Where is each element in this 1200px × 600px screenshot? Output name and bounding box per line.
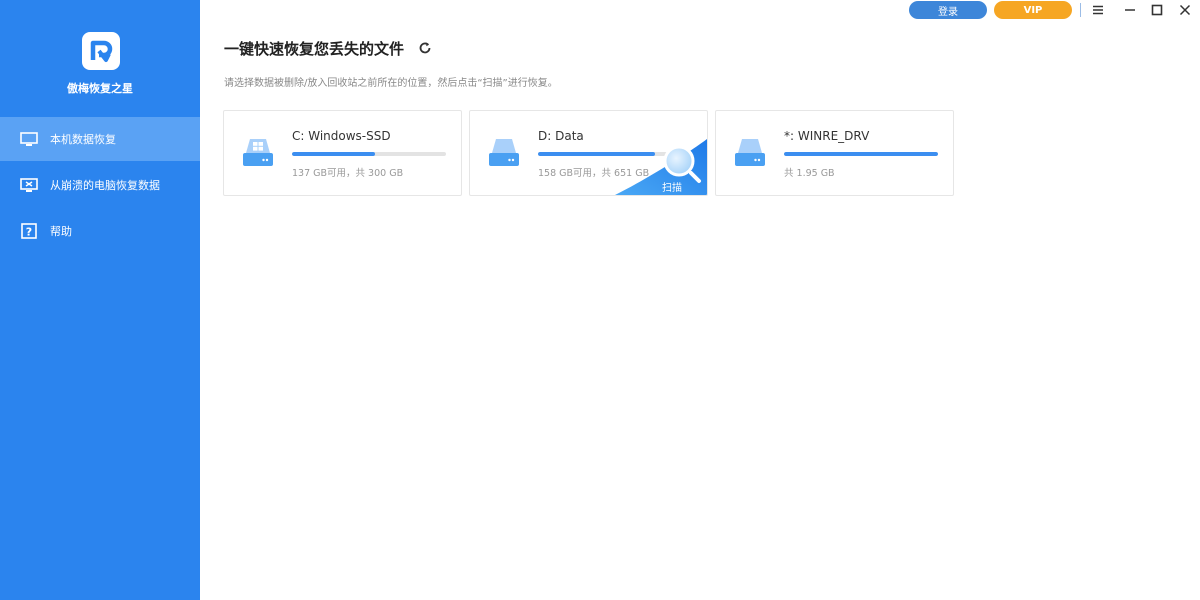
scan-hover-overlay	[615, 139, 707, 195]
close-icon[interactable]	[1177, 2, 1193, 18]
drive-name: *: WINRE_DRV	[784, 129, 870, 143]
drive-card-c[interactable]: C: Windows-SSD 137 GB可用，共 300 GB	[223, 110, 462, 196]
app-name: 傲梅恢复之星	[67, 82, 133, 95]
app-logo-icon	[82, 32, 120, 70]
windows-drive-icon	[243, 139, 273, 166]
drive-info: 137 GB可用，共 300 GB	[292, 168, 404, 179]
vip-button[interactable]: VIP	[994, 1, 1072, 19]
drive-usage-fill	[784, 152, 938, 156]
sidebar-item-label: 从崩溃的电脑恢复数据	[50, 179, 160, 192]
minimize-icon[interactable]	[1122, 2, 1138, 18]
drive-name: D: Data	[538, 129, 584, 143]
sidebar-item-crashed-pc[interactable]: 从崩溃的电脑恢复数据	[0, 163, 200, 207]
login-button[interactable]: 登录	[909, 1, 987, 19]
magnifier-icon	[663, 145, 695, 177]
svg-text:?: ?	[26, 226, 32, 239]
drive-usage-bar	[292, 152, 446, 156]
drive-usage-fill	[292, 152, 376, 156]
page-subtitle: 请选择数据被删除/放入回收站之前所在的位置，然后点击“扫描”进行恢复。	[224, 78, 558, 89]
drive-usage-bar	[784, 152, 938, 156]
sidebar-item-local-recovery[interactable]: 本机数据恢复	[0, 117, 200, 161]
sidebar-item-label: 帮助	[50, 225, 72, 238]
menu-icon[interactable]	[1090, 2, 1106, 18]
maximize-icon[interactable]	[1149, 2, 1165, 18]
drive-info: 共 1.95 GB	[784, 168, 835, 179]
drive-name: C: Windows-SSD	[292, 129, 391, 143]
crashed-pc-icon	[20, 177, 38, 193]
scan-button[interactable]: 扫描	[662, 179, 682, 194]
sidebar: 傲梅恢复之星 本机数据恢复 从崩溃的电脑恢复数据 ? 帮助	[0, 0, 200, 600]
sidebar-item-label: 本机数据恢复	[50, 133, 116, 146]
drive-card-d[interactable]: D: Data 158 GB可用，共 651 GB 扫描	[469, 110, 708, 196]
monitor-icon	[20, 131, 38, 147]
divider	[1080, 3, 1081, 17]
page-title: 一键快速恢复您丢失的文件	[224, 40, 405, 58]
sidebar-item-help[interactable]: ? 帮助	[0, 209, 200, 253]
drive-card-winre[interactable]: *: WINRE_DRV 共 1.95 GB	[715, 110, 954, 196]
help-icon: ?	[20, 223, 38, 239]
drive-icon	[735, 139, 765, 166]
drive-icon	[489, 139, 519, 166]
refresh-icon[interactable]	[417, 40, 433, 56]
